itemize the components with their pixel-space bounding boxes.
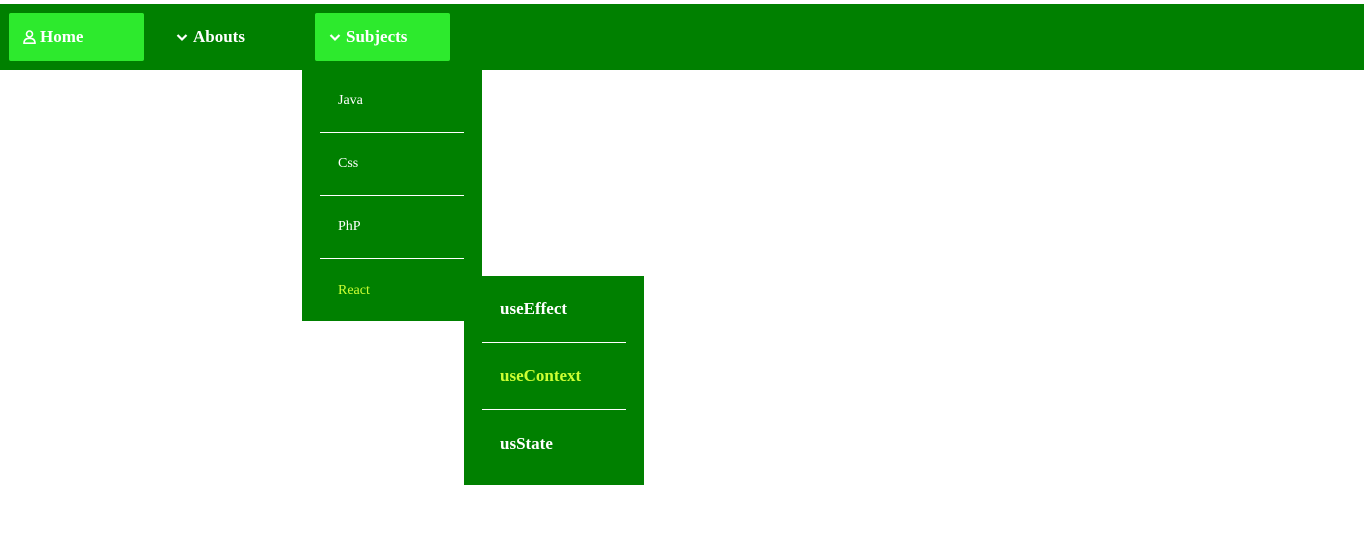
nav-abouts-label: Abouts [193,27,245,46]
subjects-dropdown: Java Css PhP React [302,70,482,321]
dropdown-item-react[interactable]: React [320,259,464,322]
navbar: Home Abouts Subjects [0,4,1364,70]
user-icon [22,30,36,44]
submenu-item-label: usState [500,433,553,453]
submenu-item-usecontext[interactable]: useContext [482,343,626,410]
dropdown-item-php[interactable]: PhP [320,196,464,259]
dropdown-item-label: React [338,282,370,298]
nav-home[interactable]: Home [9,13,144,61]
submenu-item-useeffect[interactable]: useEffect [482,276,626,343]
submenu-item-usstate[interactable]: usState [482,410,626,477]
dropdown-item-label: Java [338,93,363,108]
chevron-down-icon [328,30,342,44]
nav-abouts[interactable]: Abouts [162,13,297,61]
nav-subjects[interactable]: Subjects [315,13,450,61]
nav-subjects-label: Subjects [346,27,408,46]
submenu-item-label: useContext [500,366,582,385]
dropdown-item-css[interactable]: Css [320,133,464,196]
react-submenu: useEffect useContext usState [464,276,644,485]
submenu-item-label: useEffect [500,299,568,318]
dropdown-item-label: PhP [338,219,361,234]
dropdown-item-java[interactable]: Java [320,70,464,133]
nav-home-label: Home [40,27,84,46]
dropdown-item-label: Css [338,156,359,171]
chevron-down-icon [175,30,189,44]
